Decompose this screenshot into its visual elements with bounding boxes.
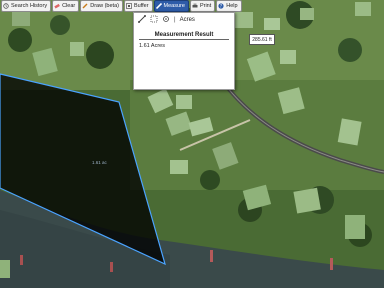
buffer-label: Buffer [133, 3, 149, 9]
print-label: Print [199, 3, 212, 9]
search-history-label: Search History [11, 3, 48, 9]
eraser-icon [54, 3, 60, 9]
units-divider: | [174, 16, 176, 23]
distance-tool-icon[interactable] [138, 14, 146, 25]
measure-popup: | Acres Measurement Result 1.61 Acres [133, 12, 235, 90]
units-select[interactable]: Acres [180, 17, 195, 23]
search-history-button[interactable]: Search History [1, 0, 52, 12]
help-icon: ? [218, 3, 224, 10]
draw-label: Draw (beta) [90, 3, 119, 9]
measurement-result-value: 1.61 Acres [139, 43, 165, 49]
buffer-button[interactable]: Buffer [123, 0, 153, 12]
help-label: Help [226, 3, 238, 9]
printer-icon [192, 3, 198, 9]
measure-button[interactable]: Measure [153, 0, 189, 12]
clear-button[interactable]: Clear [52, 0, 80, 12]
buffer-icon [126, 3, 132, 9]
history-icon [3, 3, 9, 9]
pencil-icon [82, 3, 88, 9]
divider [139, 39, 229, 40]
area-tool-icon[interactable] [150, 15, 158, 25]
clear-label: Clear [62, 3, 76, 9]
help-button[interactable]: ? Help [216, 0, 242, 12]
ruler-icon [155, 2, 162, 10]
area-label: 1.61 ac [92, 160, 107, 165]
location-tool-icon[interactable] [162, 15, 170, 25]
segment-length-label: 285.61 ft [249, 34, 275, 45]
measure-tools: | Acres [134, 13, 234, 26]
measurement-result-title: Measurement Result [154, 32, 214, 38]
map-toolbar: Search History Clear Draw (beta) Buffer … [0, 0, 242, 12]
print-button[interactable]: Print [189, 0, 216, 12]
measure-label: Measure [163, 3, 185, 9]
draw-button[interactable]: Draw (beta) [80, 0, 123, 12]
